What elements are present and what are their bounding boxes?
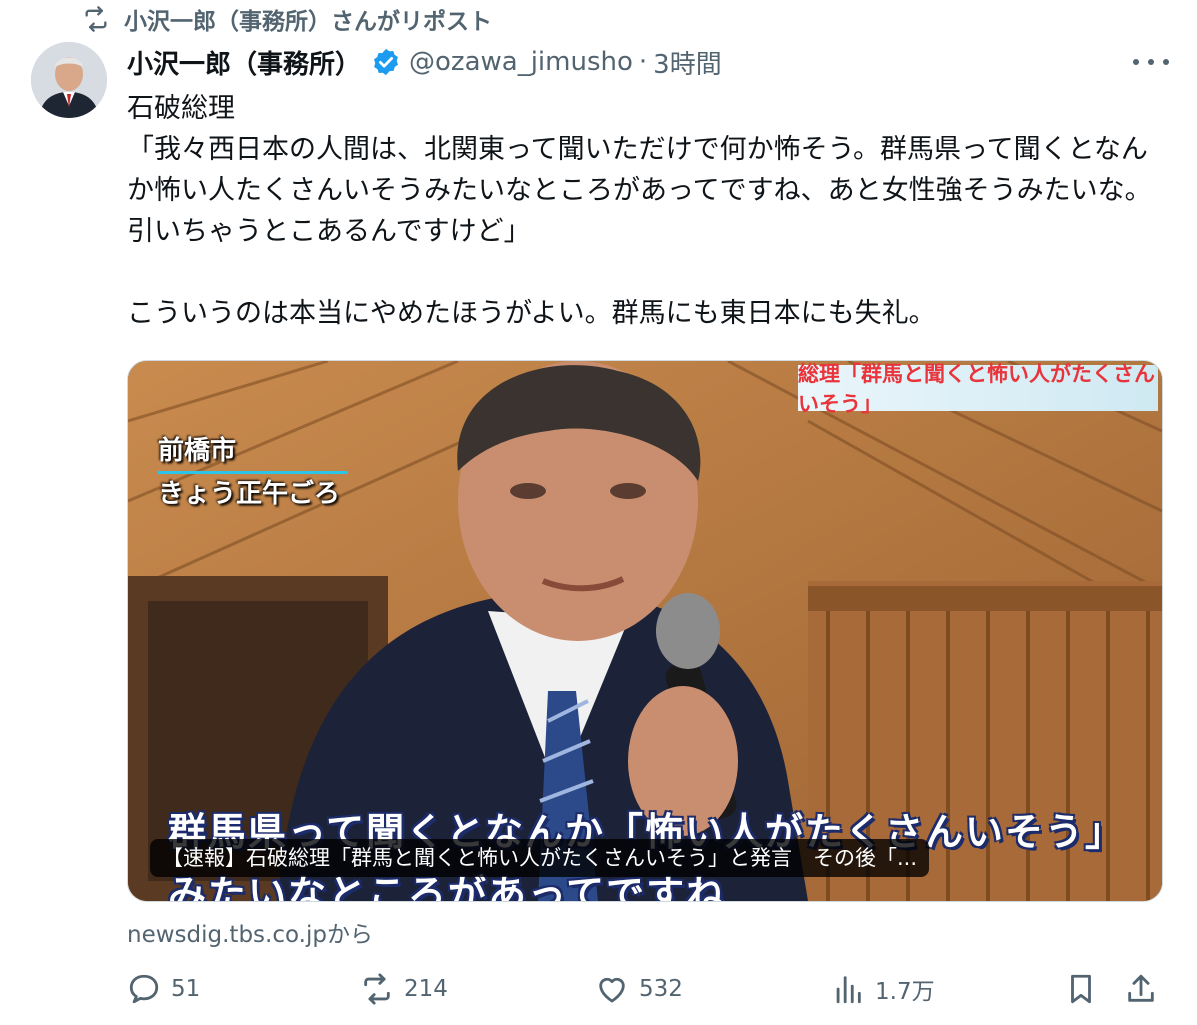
location-divider <box>158 471 348 474</box>
display-name[interactable]: 小沢一郎（事務所） <box>127 44 361 81</box>
bookmark-button[interactable] <box>1064 972 1098 1006</box>
location-line1: 前橋市 <box>158 436 237 466</box>
more-icon <box>1133 59 1139 65</box>
share-button[interactable] <box>1124 972 1158 1006</box>
repost-icon <box>85 6 107 32</box>
reply-icon <box>129 974 159 1004</box>
link-source[interactable]: newsdig.tbs.co.jpから <box>127 915 373 949</box>
tweet-header: 小沢一郎（事務所） @ozawa_jimusho · 3時間 <box>127 42 1167 82</box>
repost-notice[interactable]: 小沢一郎（事務所）さんがリポスト <box>82 4 492 35</box>
location-overlay: 前橋市 きょう正午ごろ <box>158 433 348 512</box>
reply-count: 51 <box>171 976 201 1002</box>
separator: · <box>638 47 648 77</box>
more-icon-dot <box>1163 59 1169 65</box>
more-icon-dot <box>1148 59 1154 65</box>
repost-notice-text: 小沢一郎（事務所）さんがリポスト <box>124 9 492 35</box>
more-button[interactable] <box>1133 52 1169 72</box>
like-button[interactable]: 532 <box>595 972 683 1006</box>
tweet-text: 石破総理 「我々西日本の人間は、北関東って聞いただけで何か怖そう。群馬県って聞く… <box>127 93 1152 329</box>
bookmark-icon <box>1071 974 1091 1004</box>
action-bar: 51 214 532 1.7万 <box>127 962 1167 1016</box>
share-icon <box>1128 974 1154 1002</box>
news-banner: 総理「群馬と聞くと怖い人がたくさんいそう」 <box>798 362 1158 416</box>
location-line2: きょう正午ごろ <box>158 479 341 509</box>
view-count: 1.7万 <box>875 979 935 1005</box>
repost-button[interactable]: 214 <box>360 972 448 1006</box>
repost-icon <box>364 973 390 1005</box>
reply-button[interactable]: 51 <box>127 972 200 1006</box>
like-count: 532 <box>639 976 683 1002</box>
handle[interactable]: @ozawa_jimusho <box>409 47 633 77</box>
link-card-media[interactable]: 総理「群馬と聞くと怖い人がたくさんいそう」 前橋市 きょう正午ごろ 群馬県って聞… <box>127 360 1163 902</box>
timestamp[interactable]: 3時間 <box>653 44 722 81</box>
repost-count: 214 <box>404 976 448 1002</box>
heart-icon <box>599 977 625 1003</box>
avatar[interactable] <box>31 42 107 118</box>
verified-badge-icon[interactable] <box>371 47 401 77</box>
views-button[interactable]: 1.7万 <box>831 972 935 1006</box>
views-icon <box>836 976 861 1004</box>
link-card-title[interactable]: 【速報】石破総理「群馬と聞くと怖い人がたくさんいそう」と発言 その後「... <box>150 839 930 877</box>
avatar-image <box>31 42 107 118</box>
